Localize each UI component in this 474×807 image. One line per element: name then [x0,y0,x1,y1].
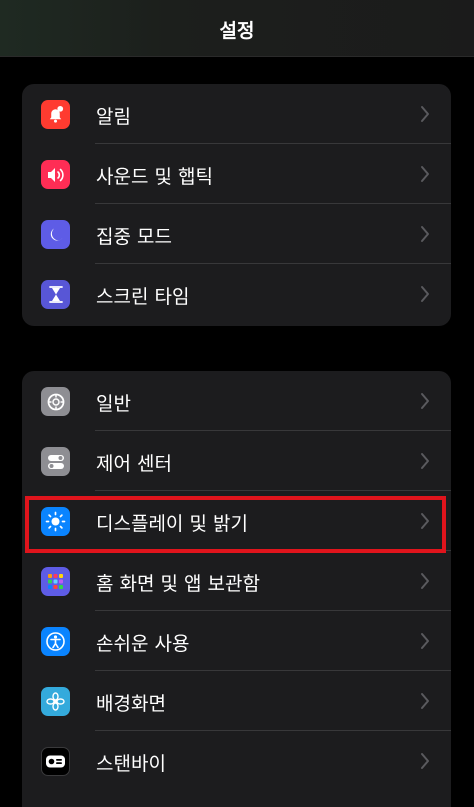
chevron-right-icon [421,286,429,302]
chevron-right-icon [421,633,429,649]
standby-icon [41,747,70,776]
settings-group-1: 알림 사운드 및 햅틱 집중 모드 스크린 타임 [22,84,451,326]
settings-row-standby[interactable]: 스탠바이 [22,731,451,791]
moon-icon [41,220,70,249]
settings-row-label: 배경화면 [96,693,166,715]
settings-row-accessibility[interactable]: 손쉬운 사용 [22,611,451,671]
settings-row-notifications[interactable]: 알림 [22,84,451,144]
flower-icon [41,687,70,716]
settings-row-label: 일반 [96,393,131,415]
settings-row-sound-haptics[interactable]: 사운드 및 햅틱 [22,144,451,204]
app-grid-icon [41,567,70,596]
settings-row-label: 손쉬운 사용 [96,633,190,655]
chevron-right-icon [421,573,429,589]
navigation-bar: 설정 [0,0,474,57]
chevron-right-icon [421,106,429,122]
settings-row-label: 집중 모드 [96,226,172,248]
settings-row-screen-time[interactable]: 스크린 타임 [22,264,451,324]
settings-group-2: 일반 제어 센터 디스플레이 및 밝기 홈 화면 및 앱 보관함 손쉬운 사용 … [22,371,451,807]
accessibility-icon [41,627,70,656]
toggles-icon [41,447,70,476]
settings-row-label: 스탠바이 [96,753,166,775]
settings-row-label: 스크린 타임 [96,286,190,308]
settings-row-label: 사운드 및 햅틱 [96,166,213,188]
settings-row-label: 제어 센터 [96,453,172,475]
chevron-right-icon [421,393,429,409]
settings-row-display-brightness[interactable]: 디스플레이 및 밝기 [22,491,451,551]
chevron-right-icon [421,166,429,182]
notifications-icon [41,100,70,129]
chevron-right-icon [421,513,429,529]
chevron-right-icon [421,753,429,769]
settings-row-label: 디스플레이 및 밝기 [96,513,248,535]
sound-icon [41,160,70,189]
settings-row-wallpaper[interactable]: 배경화면 [22,671,451,731]
chevron-right-icon [421,226,429,242]
settings-row-label: 알림 [96,106,131,128]
chevron-right-icon [421,693,429,709]
sun-icon [41,507,70,536]
settings-row-control-center[interactable]: 제어 센터 [22,431,451,491]
hourglass-icon [41,280,70,309]
settings-row-general[interactable]: 일반 [22,371,451,431]
page-title: 설정 [219,20,255,42]
settings-row-home-screen[interactable]: 홈 화면 및 앱 보관함 [22,551,451,611]
chevron-right-icon [421,453,429,469]
settings-row-focus[interactable]: 집중 모드 [22,204,451,264]
gear-icon [41,387,70,416]
settings-row-label: 홈 화면 및 앱 보관함 [96,573,260,595]
